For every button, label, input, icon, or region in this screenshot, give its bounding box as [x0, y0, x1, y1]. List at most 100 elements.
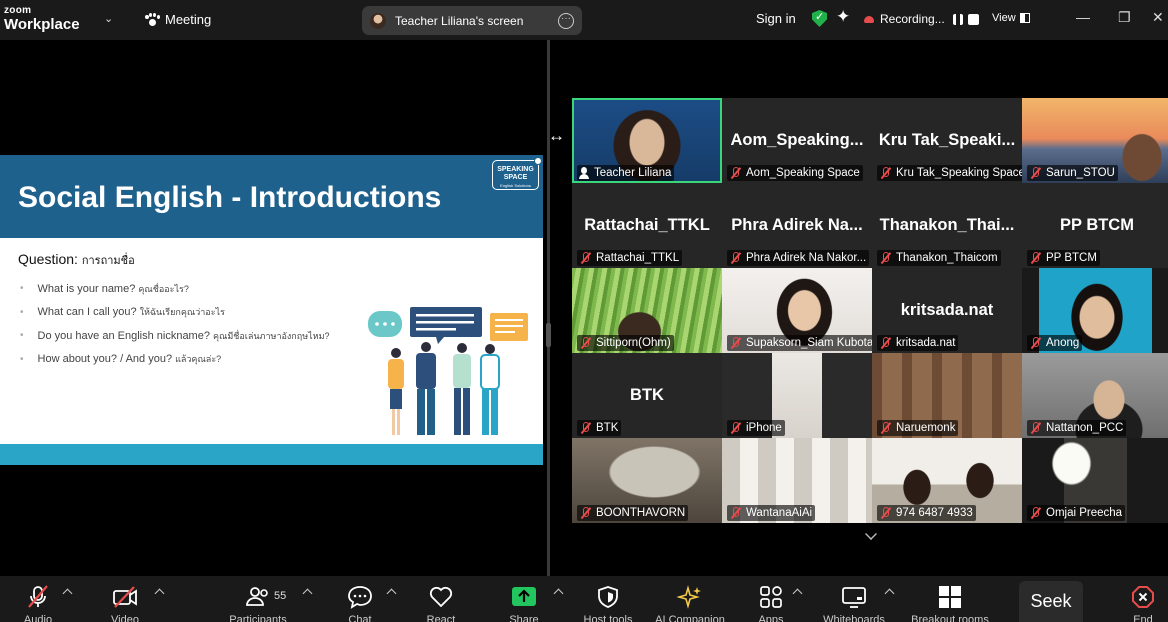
- participant-tile[interactable]: Teacher Liliana: [572, 98, 722, 183]
- host-tools-button[interactable]: Host tools: [566, 576, 650, 622]
- participant-tile[interactable]: Naruemonk: [872, 353, 1022, 438]
- ai-companion-label: AI Companion: [655, 614, 725, 622]
- react-label: React: [426, 614, 456, 622]
- meeting-label: Meeting: [165, 12, 212, 27]
- participant-name-tag: Rattachai_TTKL: [577, 250, 683, 266]
- share-button[interactable]: Share: [482, 576, 566, 622]
- microphone-muted-icon: [579, 422, 592, 434]
- meeting-toolbar: Audio Video 55 Participants Chat React S…: [0, 576, 1168, 622]
- pause-recording-button[interactable]: [952, 13, 963, 25]
- audio-button[interactable]: Audio: [0, 576, 80, 622]
- participant-count: 55: [274, 590, 287, 602]
- participant-tile[interactable]: Omjai Preecha: [1022, 438, 1168, 523]
- apps-icon: [760, 586, 782, 608]
- participant-tile[interactable]: BOONTHAVORN: [572, 438, 722, 523]
- chevron-down-icon[interactable]: [865, 528, 877, 540]
- shield-check-icon[interactable]: [812, 10, 827, 27]
- list-item: What can I call you?ให้ฉันเรียกคุณว่าอะไ…: [20, 301, 330, 325]
- participant-tile[interactable]: Nattanon_PCC: [1022, 353, 1168, 438]
- chat-button[interactable]: Chat: [318, 576, 402, 622]
- brand-zoom: zoom: [4, 5, 32, 16]
- screen-share-indicator[interactable]: Teacher Liliana's screen ···: [362, 6, 582, 35]
- participant-tile[interactable]: BTK BTK: [572, 353, 722, 438]
- active-speaker-icon: [579, 167, 589, 179]
- participant-tile[interactable]: Anong: [1022, 268, 1168, 353]
- view-label: View: [992, 12, 1016, 24]
- meeting-info-button[interactable]: Meeting: [145, 12, 211, 27]
- participant-display-name: BTK: [630, 386, 664, 404]
- participant-name-tag: Anong: [1027, 335, 1083, 351]
- whiteboards-button[interactable]: Whiteboards: [812, 576, 896, 622]
- participant-tile[interactable]: iPhone: [722, 353, 872, 438]
- whiteboard-icon: [842, 587, 866, 608]
- question-list: What is your name?คุณชื่ออะไร? What can …: [20, 277, 330, 371]
- participant-name-tag: Supaksorn_Siam Kubota: [727, 335, 872, 351]
- shield-icon: [598, 586, 618, 608]
- participant-name: Phra Adirek Na Nakor...: [746, 252, 867, 264]
- brand-workplace: Workplace: [4, 16, 80, 33]
- minimize-button[interactable]: —: [1076, 9, 1090, 25]
- end-meeting-button[interactable]: End: [1101, 576, 1168, 622]
- participant-tile[interactable]: WantanaAiAi: [722, 438, 872, 523]
- participant-tile[interactable]: Sarun_STOU: [1022, 98, 1168, 183]
- recording-indicator[interactable]: Recording...: [864, 12, 979, 26]
- react-button[interactable]: React: [399, 576, 483, 622]
- maximize-button[interactable]: ❐: [1118, 9, 1131, 26]
- microphone-muted-icon: [879, 337, 892, 349]
- participant-tile[interactable]: Sittiporn(Ohm): [572, 268, 722, 353]
- audio-label: Audio: [23, 614, 53, 622]
- participant-tile[interactable]: Kru Tak_Speaki... Kru Tak_Speaking Space: [872, 98, 1022, 183]
- slide-title: Social English - Introductions: [18, 181, 442, 214]
- participant-name: Aom_Speaking Space: [746, 167, 860, 179]
- heart-icon: [429, 586, 453, 608]
- apps-button[interactable]: Apps: [729, 576, 813, 622]
- sparkle-icon[interactable]: ✦: [836, 7, 850, 27]
- microphone-muted-icon: [28, 585, 48, 608]
- participant-name-tag: Nattanon_PCC: [1027, 420, 1127, 436]
- more-icon[interactable]: ···: [558, 12, 574, 29]
- sign-in-button[interactable]: Sign in: [756, 11, 796, 26]
- participants-options-caret[interactable]: [302, 588, 313, 599]
- apps-label: Apps: [758, 614, 784, 622]
- participant-tile[interactable]: kritsada.nat kritsada.nat: [872, 268, 1022, 353]
- participant-name: Sarun_STOU: [1046, 167, 1115, 179]
- chevron-down-icon[interactable]: ⌄: [104, 12, 113, 25]
- splitter[interactable]: [547, 40, 550, 576]
- microphone-muted-icon: [1029, 337, 1042, 349]
- paw-icon: [145, 12, 160, 27]
- participant-tile[interactable]: PP BTCM PP BTCM: [1022, 183, 1168, 268]
- microphone-muted-icon: [879, 507, 892, 519]
- participant-display-name: Aom_Speaking...: [730, 131, 864, 149]
- title-bar: zoom Workplace ⌄ Meeting Teacher Liliana…: [0, 0, 1168, 40]
- microphone-muted-icon: [879, 252, 892, 264]
- participant-name: BTK: [596, 422, 619, 434]
- video-button[interactable]: Video: [83, 576, 167, 622]
- participants-label: Participants: [229, 614, 287, 622]
- close-button[interactable]: ✕: [1152, 9, 1164, 26]
- participants-button[interactable]: 55 Participants: [216, 576, 300, 622]
- participant-name-tag: Aom_Speaking Space: [727, 165, 863, 181]
- participant-tile[interactable]: Supaksorn_Siam Kubota: [722, 268, 872, 353]
- seek-tooltip: Seek: [1019, 581, 1083, 622]
- participant-tile[interactable]: Phra Adirek Na... Phra Adirek Na Nakor...: [722, 183, 872, 268]
- splitter-handle[interactable]: [546, 323, 551, 347]
- participant-name-tag: BOONTHAVORN: [577, 505, 689, 521]
- breakout-rooms-button[interactable]: Breakout rooms: [908, 576, 992, 622]
- resize-horizontal-icon[interactable]: ↔: [548, 126, 565, 146]
- participant-name: Anong: [1046, 337, 1080, 349]
- participant-name: Supaksorn_Siam Kubota: [746, 337, 872, 349]
- participant-tile[interactable]: Rattachai_TTKL Rattachai_TTKL: [572, 183, 722, 268]
- participant-name: kritsada.nat: [896, 337, 956, 349]
- host-tools-label: Host tools: [583, 614, 633, 622]
- participant-tile[interactable]: Aom_Speaking... Aom_Speaking Space: [722, 98, 872, 183]
- share-screen-icon: [512, 587, 536, 606]
- participant-tile[interactable]: 974 6487 4933: [872, 438, 1022, 523]
- zoom-logo: zoom Workplace: [4, 5, 80, 33]
- participant-name: Omjai Preecha: [1046, 507, 1123, 519]
- view-button[interactable]: View: [992, 12, 1030, 24]
- participant-tile[interactable]: Thanakon_Thai... Thanakon_Thaicom: [872, 183, 1022, 268]
- end-label: End: [1133, 614, 1153, 622]
- grid-icon: [939, 586, 961, 608]
- ai-companion-button[interactable]: AI Companion: [648, 576, 732, 622]
- stop-recording-button[interactable]: [967, 13, 979, 25]
